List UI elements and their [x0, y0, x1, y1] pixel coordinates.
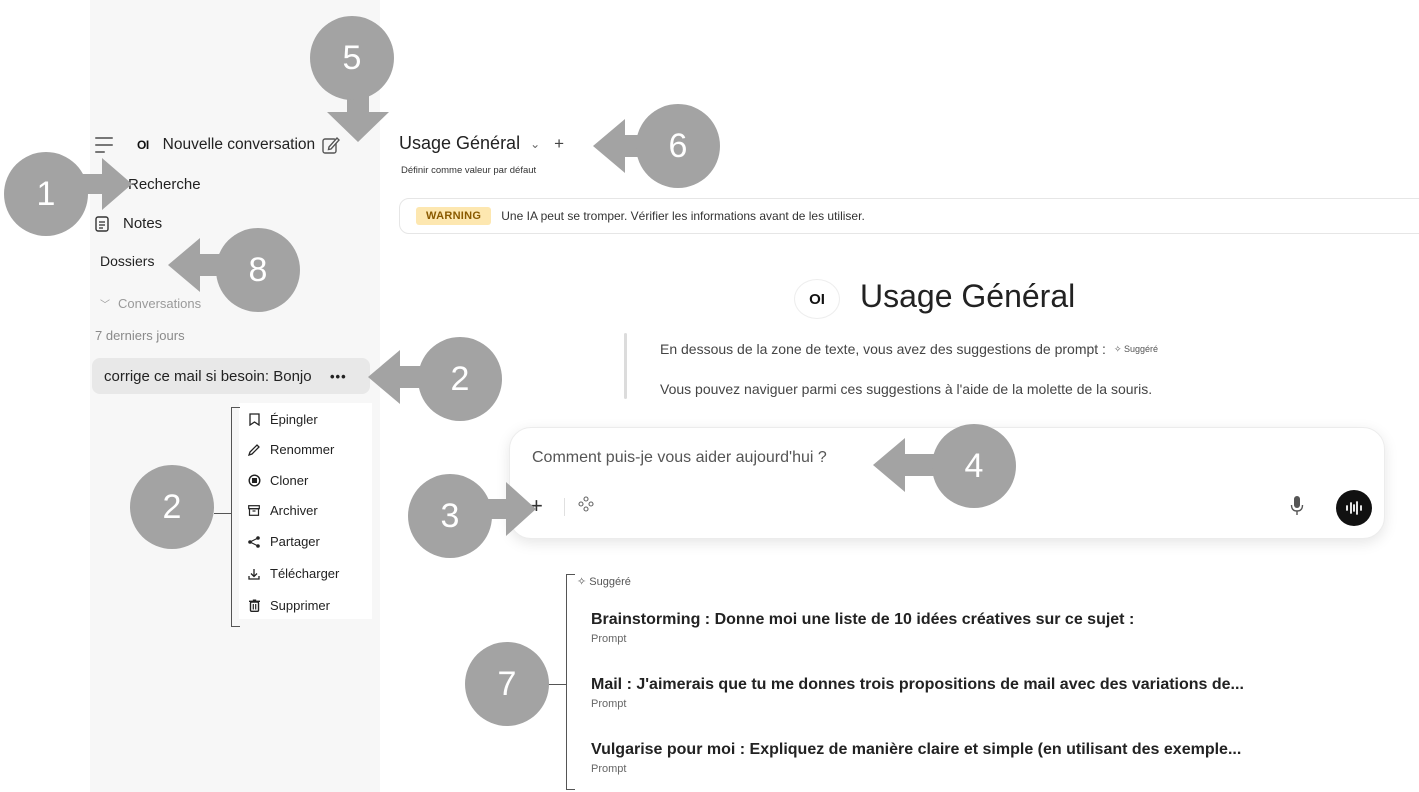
- callout-7: 7: [465, 642, 549, 726]
- microphone-icon[interactable]: [1290, 495, 1304, 517]
- menu-item-archive[interactable]: Archiver: [247, 503, 318, 518]
- divider: [564, 498, 565, 516]
- callout-8: 8: [216, 228, 300, 312]
- chat-title: corrige ce mail si besoin: Bonjour: [104, 367, 312, 385]
- suggestions-bracket: [566, 574, 575, 790]
- suggested-tag-label: Suggéré: [1124, 343, 1159, 354]
- menu-item-delete[interactable]: Supprimer: [247, 598, 330, 613]
- menu-item-pin[interactable]: Épingler: [247, 412, 318, 427]
- menu-item-label: Partager: [270, 534, 320, 549]
- clone-icon: [247, 474, 261, 487]
- model-logo: OI: [795, 280, 839, 318]
- suggestions-label: ✧ Suggéré: [577, 575, 631, 589]
- chevron-down-icon: ﹀: [100, 300, 110, 311]
- menu-icon[interactable]: [95, 137, 113, 153]
- sidebar-item-label: Recherche: [128, 176, 201, 193]
- sidebar-item-notes[interactable]: Notes: [95, 215, 162, 232]
- model-selector[interactable]: Usage Général ⌄ +: [399, 133, 564, 154]
- suggested-tag: ✧ Suggéré: [1113, 343, 1159, 354]
- menu-item-clone[interactable]: Cloner: [247, 473, 308, 488]
- chevron-down-icon: ⌄: [530, 136, 541, 151]
- pencil-icon: [247, 443, 261, 456]
- chat-context-menu: Épingler Renommer Cloner Archiver Partag…: [239, 403, 372, 619]
- sidebar-item-label: Dossiers: [100, 253, 155, 269]
- menu-item-share[interactable]: Partager: [247, 534, 320, 549]
- suggestions-bracket-tick: [548, 684, 566, 685]
- menu-item-label: Supprimer: [270, 598, 330, 613]
- chat-list-item[interactable]: corrige ce mail si besoin: Bonjour •••: [92, 358, 370, 394]
- waveform-icon: [1346, 501, 1362, 515]
- hint-quote-bar: [624, 333, 627, 399]
- hero-title: Usage Général: [860, 278, 1076, 314]
- app-logo[interactable]: OI: [137, 138, 149, 152]
- suggestion-title: Brainstorming : Donne moi une liste de 1…: [591, 611, 1135, 628]
- section-label: Conversations: [118, 296, 202, 311]
- model-name: Usage Général: [399, 133, 521, 153]
- menu-item-label: Télécharger: [270, 566, 340, 581]
- warning-text: Une IA peut se tromper. Vérifier les inf…: [501, 209, 865, 223]
- pin-icon: [247, 413, 261, 426]
- menu-item-label: Renommer: [270, 442, 335, 457]
- suggestion-item[interactable]: Vulgarise pour moi : Expliquez de manièr…: [591, 741, 1241, 775]
- menu-bracket-tick: [214, 513, 231, 514]
- sidebar-item-label: Notes: [123, 215, 163, 232]
- suggestion-title: Vulgarise pour moi : Expliquez de manièr…: [591, 741, 1242, 758]
- hint-text-1: En dessous de la zone de texte, vous ave…: [660, 341, 1158, 357]
- callout-2: 2: [418, 337, 502, 421]
- callout-5: 5: [310, 16, 394, 100]
- archive-icon: [247, 505, 261, 516]
- suggestion-subtitle: Prompt: [591, 698, 627, 710]
- sidebar-item-search[interactable]: Recherche: [128, 176, 201, 193]
- menu-item-rename[interactable]: Renommer: [247, 442, 334, 457]
- hint-text-2: Vous pouvez naviguer parmi ces suggestio…: [660, 381, 1153, 397]
- new-chat-button[interactable]: Nouvelle conversation: [163, 136, 316, 154]
- more-options-icon[interactable]: •••: [330, 369, 347, 384]
- menu-bracket: [231, 407, 240, 627]
- trash-icon: [247, 599, 261, 612]
- suggestion-title: Mail : J'aimerais que tu me donnes trois…: [591, 676, 1244, 693]
- set-default-link[interactable]: Définir comme valeur par défaut: [401, 165, 536, 176]
- voice-mode-button[interactable]: [1336, 490, 1372, 526]
- period-label: 7 derniers jours: [95, 328, 185, 343]
- callout-2-menu: 2: [130, 465, 214, 549]
- menu-item-label: Archiver: [270, 503, 318, 518]
- warning-banner: WARNING Une IA peut se tromper. Vérifier…: [399, 198, 1419, 234]
- callout-6: 6: [636, 104, 720, 188]
- callout-4: 4: [932, 424, 1016, 508]
- add-model-button[interactable]: +: [554, 134, 564, 154]
- hint-text: En dessous de la zone de texte, vous ave…: [660, 341, 1106, 357]
- callout-3: 3: [408, 474, 492, 558]
- callout-1: 1: [4, 152, 88, 236]
- tools-icon[interactable]: [578, 496, 594, 512]
- sparkle-icon: ✧: [577, 576, 590, 588]
- notes-icon: [95, 215, 109, 232]
- suggestions-label-text: Suggéré: [589, 575, 631, 588]
- suggestion-subtitle: Prompt: [591, 633, 627, 645]
- sidebar-item-folders[interactable]: Dossiers: [100, 253, 154, 269]
- menu-item-label: Cloner: [270, 473, 309, 488]
- suggestion-item[interactable]: Mail : J'aimerais que tu me donnes trois…: [591, 676, 1244, 710]
- suggestion-item[interactable]: Brainstorming : Donne moi une liste de 1…: [591, 611, 1134, 645]
- menu-item-label: Épingler: [270, 412, 318, 427]
- menu-item-download[interactable]: Télécharger: [247, 566, 339, 581]
- conversations-section-toggle[interactable]: ﹀ Conversations: [100, 296, 201, 311]
- share-icon: [247, 535, 261, 548]
- suggestion-subtitle: Prompt: [591, 763, 627, 775]
- warning-badge: WARNING: [416, 207, 492, 225]
- download-icon: [247, 568, 261, 580]
